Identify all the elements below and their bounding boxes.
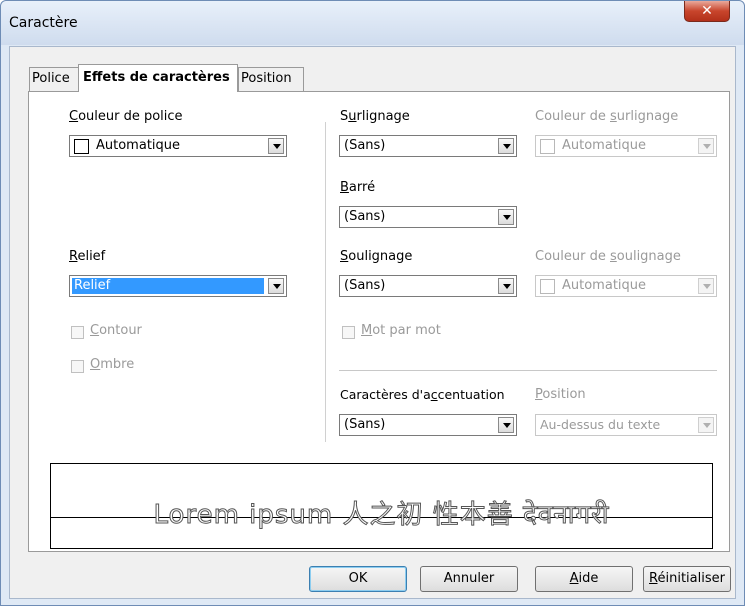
position-dropdown[interactable]: Au-dessus du texte [535,414,717,436]
column-divider [325,122,326,442]
tab-effets-de-caracteres[interactable]: Effets de caractères [78,64,238,92]
word-by-word-label: Mot par mot [361,323,441,338]
help-label: Aide [569,571,599,586]
highlight-color-dropdown[interactable]: Automatique [535,135,717,157]
close-icon: ✕ [701,3,713,19]
chevron-down-icon[interactable] [498,278,514,294]
underline-color-value: Automatique [562,278,647,293]
highlight-value: (Sans) [344,138,386,153]
emphasis-dropdown[interactable]: (Sans) [339,414,517,436]
highlight-label: Surlignage [340,109,410,124]
color-swatch [74,139,89,154]
highlight-color-value: Automatique [562,138,647,153]
highlight-dropdown[interactable]: (Sans) [339,135,517,157]
close-button[interactable]: ✕ [684,1,730,22]
chevron-down-icon[interactable] [268,138,284,154]
strikethrough-dropdown[interactable]: (Sans) [339,206,517,228]
strikethrough-value: (Sans) [344,209,386,224]
window-title: Caractère [9,15,78,31]
underline-label: Soulignage [340,249,413,264]
font-color-value: Automatique [96,138,181,153]
color-swatch [540,279,555,294]
preview-text: Lorem ipsum 人之初 性本善 देवनागरी [153,500,610,531]
emphasis-label: Caractères d'accentuation [340,387,505,402]
relief-label: Relief [69,249,106,264]
position-value: Au-dessus du texte [540,417,661,432]
chevron-down-icon[interactable] [698,138,714,154]
section-divider [339,370,717,371]
ombre-checkbox[interactable] [71,360,84,373]
cancel-button[interactable]: Annuler [420,566,518,592]
preview-box: Lorem ipsum 人之初 性本善 देवनागरी [50,463,713,549]
underline-color-dropdown[interactable]: Automatique [535,275,717,297]
chevron-down-icon[interactable] [498,209,514,225]
color-swatch [540,139,555,154]
tab-police[interactable]: Police [29,67,79,91]
relief-dropdown[interactable]: Relief [69,275,287,297]
ombre-label: Ombre [90,357,135,372]
contour-label: Contour [90,323,142,338]
emphasis-value: (Sans) [344,417,386,432]
reset-label: Réinitialiser [649,571,725,586]
contour-checkbox[interactable] [71,326,84,339]
tab-label: Position [241,71,292,86]
underline-value: (Sans) [344,278,386,293]
ok-label: OK [348,571,368,586]
tab-label: Police [32,71,70,86]
relief-value: Relief [72,278,264,294]
underline-color-label: Couleur de soulignage [535,249,681,264]
chevron-down-icon[interactable] [698,278,714,294]
title-bar[interactable]: Caractère ✕ [1,1,744,45]
reset-button[interactable]: Réinitialiser [643,566,731,592]
position-label: Position [535,387,586,402]
dialog-client-area: Police Effets de caractères Position Cou… [9,46,736,599]
chevron-down-icon[interactable] [698,417,714,433]
tab-position[interactable]: Position [238,67,304,91]
chevron-down-icon[interactable] [498,138,514,154]
cancel-label: Annuler [443,571,495,586]
ok-button[interactable]: OK [309,566,407,592]
word-by-word-checkbox[interactable] [342,326,355,339]
help-button[interactable]: Aide [535,566,633,592]
chevron-down-icon[interactable] [268,278,284,294]
chevron-down-icon[interactable] [498,417,514,433]
strikethrough-label: Barré [340,180,376,195]
font-color-label: Couleur de police [69,109,183,124]
dialog-window: Caractère ✕ Police Effets de caractères … [0,0,745,606]
underline-dropdown[interactable]: (Sans) [339,275,517,297]
tab-label: Effets de caractères [83,70,230,85]
font-color-dropdown[interactable]: Automatique [69,135,287,157]
highlight-color-label: Couleur de surlignage [535,109,679,124]
